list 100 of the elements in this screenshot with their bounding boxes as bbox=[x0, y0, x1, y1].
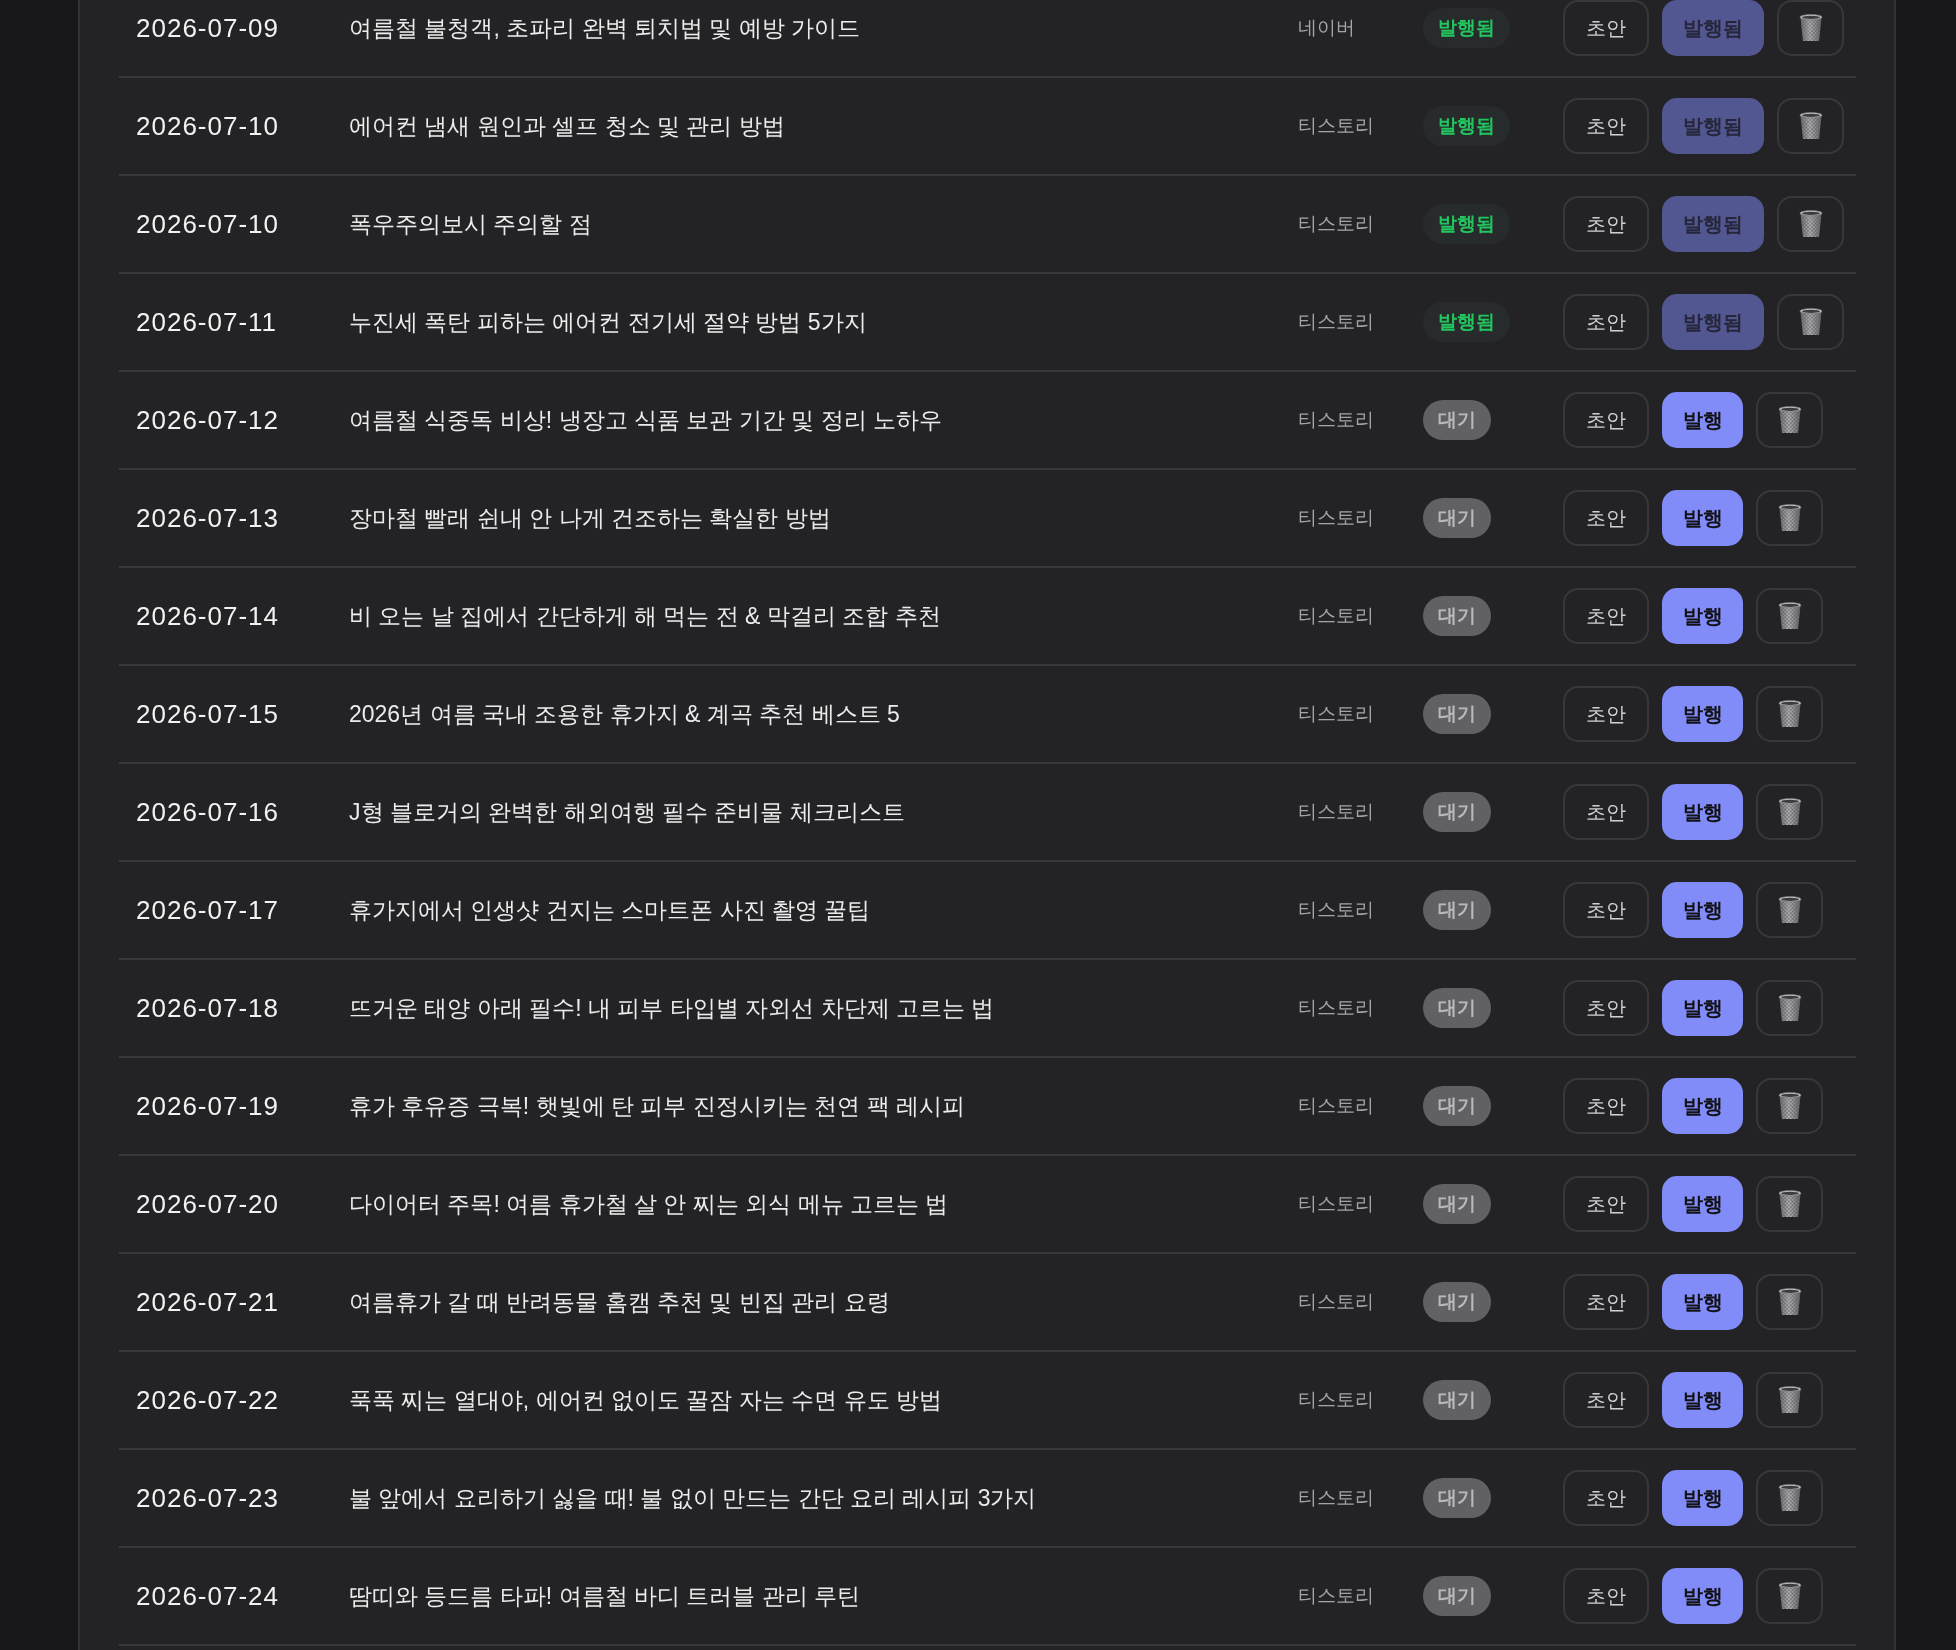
delete-button[interactable] bbox=[1756, 1568, 1823, 1624]
post-date: 2026-07-20 bbox=[135, 1188, 280, 1220]
draft-button[interactable]: 초안 bbox=[1563, 196, 1649, 252]
trash-icon bbox=[1777, 1484, 1802, 1512]
publish-button[interactable]: 발행 bbox=[1662, 1078, 1743, 1134]
post-date: 2026-07-16 bbox=[135, 796, 280, 828]
publish-button[interactable]: 발행 bbox=[1662, 1470, 1743, 1526]
draft-button[interactable]: 초안 bbox=[1563, 294, 1649, 350]
trash-icon bbox=[1777, 1092, 1802, 1120]
draft-button[interactable]: 초안 bbox=[1563, 588, 1649, 644]
trash-icon bbox=[1777, 406, 1802, 434]
platform-label: 네이버 bbox=[1298, 16, 1356, 40]
delete-button[interactable] bbox=[1777, 0, 1844, 56]
draft-button[interactable]: 초안 bbox=[1563, 1372, 1649, 1428]
post-date: 2026-07-13 bbox=[135, 502, 280, 534]
delete-button[interactable] bbox=[1756, 392, 1823, 448]
post-title: 2026년 여름 국내 조용한 휴가지 & 계곡 추천 베스트 5 bbox=[349, 699, 901, 729]
publish-button[interactable]: 발행 bbox=[1662, 1274, 1743, 1330]
platform-label: 티스토리 bbox=[1298, 310, 1375, 334]
post-title: J형 블로거의 완벽한 해외여행 필수 준비물 체크리스트 bbox=[349, 797, 906, 827]
delete-button[interactable] bbox=[1756, 1274, 1823, 1330]
publish-button[interactable]: 발행 bbox=[1662, 1176, 1743, 1232]
post-title: 장마철 빨래 쉰내 안 나게 건조하는 확실한 방법 bbox=[349, 503, 832, 533]
delete-button[interactable] bbox=[1756, 882, 1823, 938]
status-badge: 대기 bbox=[1423, 1576, 1491, 1616]
status-badge: 대기 bbox=[1423, 1184, 1491, 1224]
delete-button[interactable] bbox=[1756, 588, 1823, 644]
draft-button[interactable]: 초안 bbox=[1563, 490, 1649, 546]
post-title: 다이어터 주목! 여름 휴가철 살 안 찌는 외식 메뉴 고르는 법 bbox=[349, 1189, 950, 1219]
trash-icon bbox=[1798, 14, 1823, 42]
platform-label: 티스토리 bbox=[1298, 996, 1375, 1020]
status-badge: 대기 bbox=[1423, 890, 1491, 930]
delete-button[interactable] bbox=[1756, 784, 1823, 840]
publish-button[interactable]: 발행 bbox=[1662, 1372, 1743, 1428]
delete-button[interactable] bbox=[1756, 980, 1823, 1036]
platform-label: 티스토리 bbox=[1298, 212, 1375, 236]
publish-button[interactable]: 발행 bbox=[1662, 784, 1743, 840]
trash-icon bbox=[1777, 994, 1802, 1022]
post-date: 2026-07-19 bbox=[135, 1090, 280, 1122]
platform-label: 티스토리 bbox=[1298, 1094, 1375, 1118]
status-badge: 발행됨 bbox=[1423, 204, 1510, 244]
draft-button[interactable]: 초안 bbox=[1563, 784, 1649, 840]
post-title: 여름휴가 갈 때 반려동물 홈캠 추천 및 빈집 관리 요령 bbox=[349, 1287, 891, 1317]
publish-button[interactable]: 발행 bbox=[1662, 1568, 1743, 1624]
trash-icon bbox=[1798, 308, 1823, 336]
post-title: 폭우주의보시 주의할 점 bbox=[349, 209, 593, 239]
trash-icon bbox=[1777, 1386, 1802, 1414]
post-title: 누진세 폭탄 피하는 에어컨 전기세 절약 방법 5가지 bbox=[349, 307, 868, 337]
draft-button[interactable]: 초안 bbox=[1563, 1568, 1649, 1624]
trash-icon bbox=[1777, 896, 1802, 924]
platform-label: 티스토리 bbox=[1298, 1388, 1375, 1412]
platform-label: 티스토리 bbox=[1298, 898, 1375, 922]
delete-button[interactable] bbox=[1756, 490, 1823, 546]
platform-label: 티스토리 bbox=[1298, 800, 1375, 824]
platform-label: 티스토리 bbox=[1298, 1290, 1375, 1314]
status-badge: 대기 bbox=[1423, 792, 1491, 832]
post-date: 2026-07-21 bbox=[135, 1286, 280, 1318]
post-date: 2026-07-10 bbox=[135, 110, 280, 142]
status-badge: 대기 bbox=[1423, 988, 1491, 1028]
status-badge: 대기 bbox=[1423, 498, 1491, 538]
post-title: 뜨거운 태양 아래 필수! 내 피부 타입별 자외선 차단제 고르는 법 bbox=[349, 993, 996, 1023]
draft-button[interactable]: 초안 bbox=[1563, 686, 1649, 742]
draft-button[interactable]: 초안 bbox=[1563, 0, 1649, 56]
post-title: 여름철 식중독 비상! 냉장고 식품 보관 기간 및 정리 노하우 bbox=[349, 405, 943, 435]
publish-button[interactable]: 발행 bbox=[1662, 588, 1743, 644]
draft-button[interactable]: 초안 bbox=[1563, 392, 1649, 448]
platform-label: 티스토리 bbox=[1298, 1486, 1375, 1510]
draft-button[interactable]: 초안 bbox=[1563, 1176, 1649, 1232]
trash-icon bbox=[1777, 602, 1802, 630]
publish-button[interactable]: 발행 bbox=[1662, 490, 1743, 546]
trash-icon bbox=[1777, 798, 1802, 826]
publish-button[interactable]: 발행 bbox=[1662, 392, 1743, 448]
status-badge: 대기 bbox=[1423, 400, 1491, 440]
draft-button[interactable]: 초안 bbox=[1563, 882, 1649, 938]
post-title: 휴가지에서 인생샷 건지는 스마트폰 사진 촬영 꿀팁 bbox=[349, 895, 872, 925]
draft-button[interactable]: 초안 bbox=[1563, 980, 1649, 1036]
delete-button[interactable] bbox=[1777, 98, 1844, 154]
delete-button[interactable] bbox=[1756, 1176, 1823, 1232]
publish-button[interactable]: 발행 bbox=[1662, 686, 1743, 742]
status-badge: 발행됨 bbox=[1423, 8, 1510, 48]
draft-button[interactable]: 초안 bbox=[1563, 1078, 1649, 1134]
draft-button[interactable]: 초안 bbox=[1563, 1274, 1649, 1330]
publish-button[interactable]: 발행 bbox=[1662, 980, 1743, 1036]
delete-button[interactable] bbox=[1777, 196, 1844, 252]
draft-button[interactable]: 초안 bbox=[1563, 98, 1649, 154]
post-date: 2026-07-12 bbox=[135, 404, 280, 436]
publish-button[interactable]: 발행 bbox=[1662, 882, 1743, 938]
delete-button[interactable] bbox=[1756, 686, 1823, 742]
delete-button[interactable] bbox=[1756, 1372, 1823, 1428]
post-date: 2026-07-23 bbox=[135, 1482, 280, 1514]
post-date: 2026-07-17 bbox=[135, 894, 280, 926]
post-title: 여름철 불청객, 초파리 완벽 퇴치법 및 예방 가이드 bbox=[349, 13, 862, 43]
delete-button[interactable] bbox=[1777, 294, 1844, 350]
post-date: 2026-07-10 bbox=[135, 208, 280, 240]
draft-button[interactable]: 초안 bbox=[1563, 1470, 1649, 1526]
platform-label: 티스토리 bbox=[1298, 604, 1375, 628]
status-badge: 발행됨 bbox=[1423, 106, 1510, 146]
delete-button[interactable] bbox=[1756, 1078, 1823, 1134]
platform-label: 티스토리 bbox=[1298, 1584, 1375, 1608]
delete-button[interactable] bbox=[1756, 1470, 1823, 1526]
